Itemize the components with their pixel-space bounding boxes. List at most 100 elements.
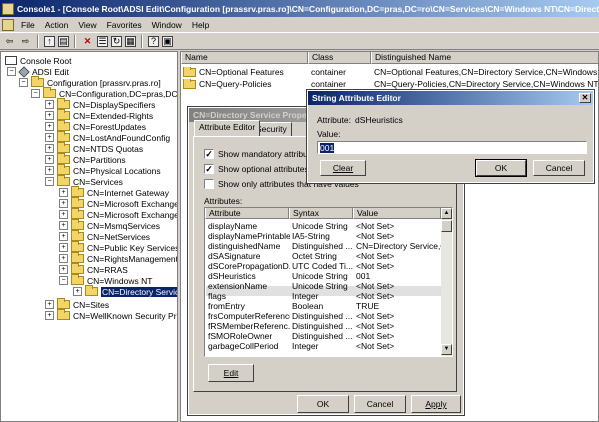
- delete-icon[interactable]: ✕: [81, 35, 94, 48]
- tab-attribute-editor[interactable]: Attribute Editor: [194, 120, 261, 136]
- expand-icon[interactable]: +: [59, 243, 68, 252]
- tree-item[interactable]: +CN=WellKnown Security Principals: [45, 309, 177, 321]
- list-item[interactable]: CN=Query-Policies: [183, 79, 272, 90]
- attribute-name-cell[interactable]: fSMORoleOwner: [208, 331, 290, 341]
- attribute-name-cell[interactable]: flags: [208, 291, 290, 301]
- attribute-syntax-cell[interactable]: Integer: [292, 291, 354, 301]
- menu-view[interactable]: View: [73, 20, 101, 30]
- collapse-icon[interactable]: −: [19, 78, 28, 87]
- sae-ok-button[interactable]: OK: [475, 159, 527, 177]
- attribute-value-cell[interactable]: <Not Set>: [356, 341, 441, 351]
- attribute-value-cell[interactable]: 001: [356, 271, 441, 281]
- props-ok-button[interactable]: OK: [297, 395, 349, 413]
- edit-button[interactable]: Edit: [208, 364, 254, 382]
- expand-icon[interactable]: +: [45, 311, 54, 320]
- attribute-value-cell[interactable]: <Not Set>: [356, 321, 441, 331]
- expand-icon[interactable]: +: [45, 300, 54, 309]
- tree-console-root[interactable]: Console Root: [5, 55, 72, 66]
- expand-icon[interactable]: +: [45, 100, 54, 109]
- expand-icon[interactable]: +: [59, 254, 68, 263]
- attribute-value-cell[interactable]: <Not Set>: [356, 261, 441, 271]
- attribute-name-cell[interactable]: distinguishedName: [208, 241, 290, 251]
- attribute-syntax-cell[interactable]: UTC Coded Ti...: [292, 261, 354, 271]
- attribute-name-cell[interactable]: frsComputerReference...: [208, 311, 290, 321]
- show-mandatory-checkbox[interactable]: ✓ Show mandatory attributes: [204, 149, 319, 159]
- attribute-name-cell[interactable]: dSASignature: [208, 251, 290, 261]
- column-header-syntax[interactable]: Syntax: [289, 208, 353, 219]
- column-header-value[interactable]: Value: [353, 208, 441, 219]
- column-header-attribute[interactable]: Attribute: [205, 208, 289, 219]
- help-icon[interactable]: ?: [148, 35, 159, 47]
- expand-icon[interactable]: +: [59, 232, 68, 241]
- console-icon[interactable]: ▣: [162, 35, 173, 47]
- show-tree-icon[interactable]: ▤: [58, 35, 69, 47]
- tree-item-directory-service[interactable]: + CN=Directory Service: [73, 285, 177, 297]
- console-menu-icon[interactable]: [2, 18, 14, 31]
- attribute-syntax-cell[interactable]: Unicode String: [292, 271, 354, 281]
- props-cancel-button[interactable]: Cancel: [354, 395, 406, 413]
- expand-icon[interactable]: +: [45, 133, 54, 142]
- expand-icon[interactable]: +: [59, 210, 68, 219]
- tree-item[interactable]: + CN=Sites: [45, 298, 109, 310]
- attribute-name-cell[interactable]: dSHeuristics: [208, 271, 290, 281]
- attribute-value-cell[interactable]: <Not Set>: [356, 311, 441, 321]
- attribute-name-cell[interactable]: extensionName: [208, 281, 290, 291]
- scroll-up-icon[interactable]: ▲: [441, 208, 452, 219]
- attribute-value-cell[interactable]: <Not Set>: [356, 331, 441, 341]
- checkbox-checked[interactable]: ✓: [204, 149, 214, 159]
- attribute-name-cell[interactable]: dSCorePropagationD...: [208, 261, 290, 271]
- attribute-value-cell[interactable]: <Not Set>: [356, 251, 441, 261]
- attribute-syntax-cell[interactable]: Unicode String: [292, 221, 354, 231]
- tree-item-windows-nt[interactable]: − CN=Windows NT: [59, 274, 152, 286]
- props-apply-button[interactable]: Apply: [411, 395, 461, 413]
- attribute-syntax-cell[interactable]: Distinguished ...: [292, 331, 354, 341]
- window-title-bar[interactable]: Console1 - [Console Root\ADSI Edit\Confi…: [0, 0, 599, 17]
- tree-item[interactable]: + CN=RRAS: [59, 263, 128, 275]
- back-arrow-icon[interactable]: ⇦: [3, 35, 16, 48]
- export-icon[interactable]: ▦: [125, 35, 136, 47]
- vertical-scrollbar[interactable]: ▲ ▼: [441, 208, 452, 356]
- tree-pane[interactable]: Console Root − ADSI Edit − Configuration…: [0, 51, 178, 422]
- attribute-value-cell[interactable]: <Not Set>: [356, 291, 441, 301]
- collapse-icon[interactable]: −: [7, 67, 16, 76]
- attribute-syntax-cell[interactable]: Octet String: [292, 251, 354, 261]
- attribute-name-cell[interactable]: garbageCollPeriod: [208, 341, 290, 351]
- tree-item-services[interactable]: − CN=Services: [45, 175, 123, 187]
- expand-icon[interactable]: +: [45, 155, 54, 164]
- sae-clear-button[interactable]: Clear: [320, 160, 366, 176]
- menu-file[interactable]: File: [16, 20, 40, 30]
- sae-value-input[interactable]: 001: [317, 141, 587, 154]
- attribute-name-cell[interactable]: displayName: [208, 221, 290, 231]
- attributes-grid[interactable]: Attribute Syntax Value displayName Unicod…: [204, 207, 453, 357]
- properties-icon[interactable]: ☰: [97, 35, 108, 47]
- attribute-syntax-cell[interactable]: IA5-String: [292, 231, 354, 241]
- scroll-down-icon[interactable]: ▼: [441, 344, 452, 355]
- checkbox-unchecked[interactable]: [204, 179, 214, 189]
- attribute-value-cell[interactable]: <Not Set>: [356, 231, 441, 241]
- attribute-name-cell[interactable]: fromEntry: [208, 301, 290, 311]
- menu-window[interactable]: Window: [147, 20, 187, 30]
- expand-icon[interactable]: +: [45, 122, 54, 131]
- expand-icon[interactable]: +: [45, 166, 54, 175]
- attribute-value-cell[interactable]: CN=Directory Service,CN: [356, 241, 441, 251]
- up-folder-icon[interactable]: ↑: [44, 35, 55, 47]
- sae-cancel-button[interactable]: Cancel: [533, 160, 585, 176]
- expand-icon[interactable]: +: [73, 287, 82, 296]
- refresh-icon[interactable]: ↻: [111, 35, 122, 47]
- column-header-dn[interactable]: Distinguished Name: [371, 52, 598, 64]
- checkbox-checked[interactable]: ✓: [204, 164, 214, 174]
- attribute-value-cell[interactable]: TRUE: [356, 301, 441, 311]
- attribute-name-cell[interactable]: fRSMemberReferenc...: [208, 321, 290, 331]
- attribute-syntax-cell[interactable]: Boolean: [292, 301, 354, 311]
- show-optional-checkbox[interactable]: ✓ Show optional attributes: [204, 164, 309, 174]
- attribute-value-cell[interactable]: <Not Set>: [356, 281, 441, 291]
- collapse-icon[interactable]: −: [59, 276, 68, 285]
- expand-icon[interactable]: +: [59, 199, 68, 208]
- attribute-syntax-cell[interactable]: Distinguished ...: [292, 321, 354, 331]
- expand-icon[interactable]: +: [45, 111, 54, 120]
- attribute-name-cell[interactable]: displayNamePrintable: [208, 231, 290, 241]
- attribute-syntax-cell[interactable]: Distinguished ...: [292, 241, 354, 251]
- expand-icon[interactable]: +: [45, 144, 54, 153]
- forward-arrow-icon[interactable]: ⇨: [19, 35, 32, 48]
- menu-favorites[interactable]: Favorites: [102, 20, 147, 30]
